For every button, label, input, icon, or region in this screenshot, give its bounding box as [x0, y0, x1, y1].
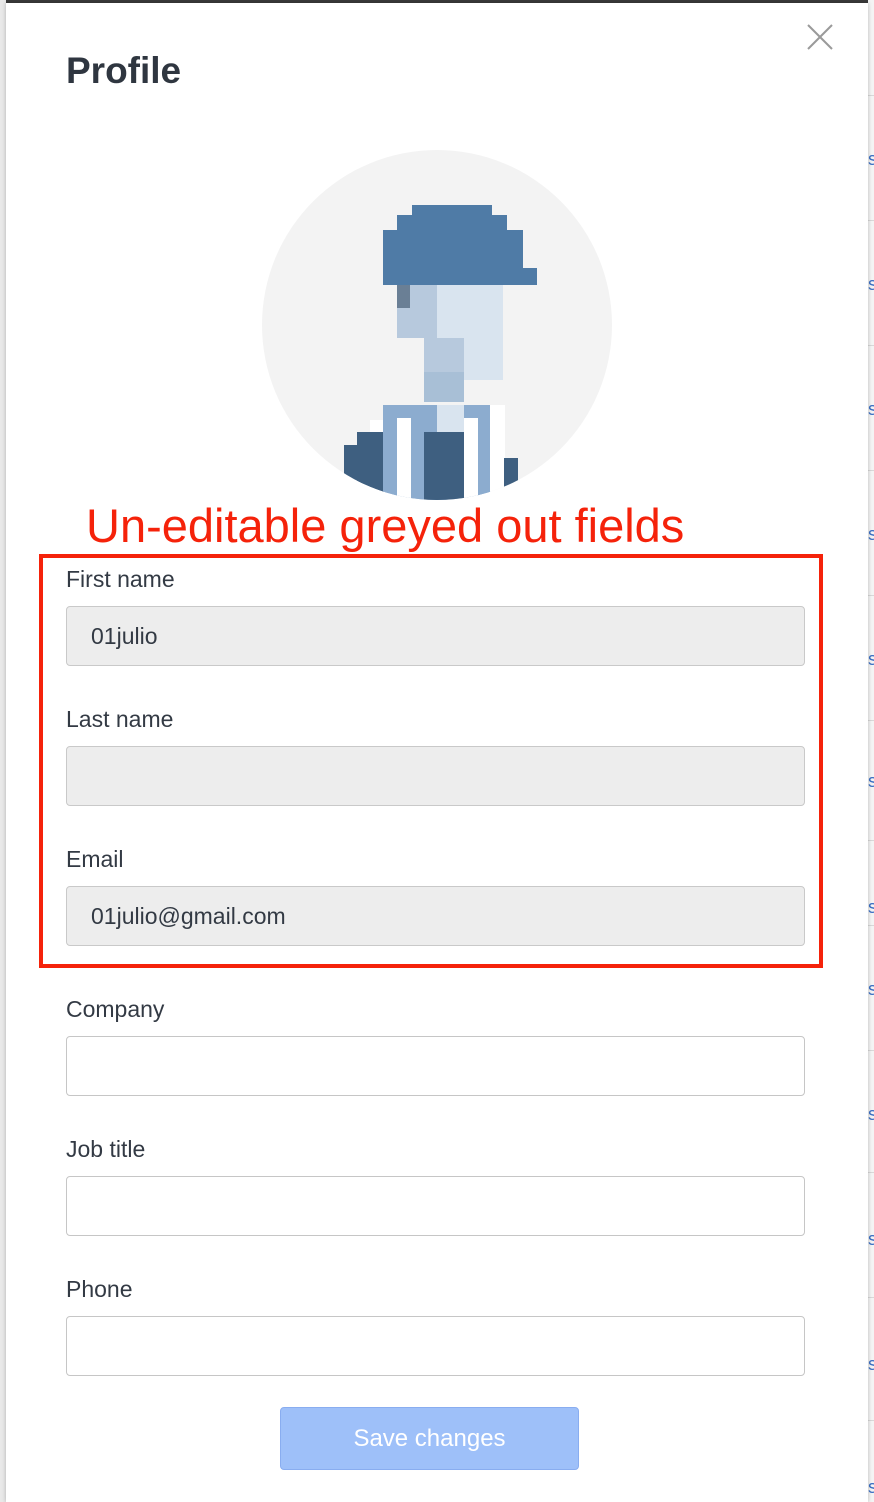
background-link-fragment[interactable]: s	[868, 772, 874, 790]
background-row-divider	[868, 1297, 874, 1298]
phone-field[interactable]	[66, 1316, 805, 1376]
background-page: s s s s s s s s s s s s	[868, 0, 874, 1502]
background-link-fragment[interactable]: s	[868, 525, 874, 543]
annotation-text: Un-editable greyed out fields	[86, 499, 685, 552]
background-row-divider	[868, 1050, 874, 1051]
save-changes-button[interactable]: Save changes	[280, 1407, 579, 1470]
background-link-fragment[interactable]: s	[868, 1105, 874, 1123]
background-row-divider	[868, 220, 874, 221]
background-link-fragment[interactable]: s	[868, 1478, 874, 1496]
first-name-field[interactable]	[66, 606, 805, 666]
background-row-divider	[868, 345, 874, 346]
background-row-divider	[868, 95, 874, 96]
background-row-divider	[868, 925, 874, 926]
background-row-divider	[868, 720, 874, 721]
pixel-person-avatar-icon	[344, 205, 537, 500]
email-field[interactable]	[66, 886, 805, 946]
email-label: Email	[66, 846, 124, 872]
close-button[interactable]	[804, 21, 836, 53]
background-link-fragment[interactable]: s	[868, 1230, 874, 1248]
background-link-fragment[interactable]: s	[868, 400, 874, 418]
last-name-label: Last name	[66, 706, 174, 732]
background-row-divider	[868, 470, 874, 471]
background-row-divider	[868, 1172, 874, 1173]
background-row-divider	[868, 595, 874, 596]
background-link-fragment[interactable]: s	[868, 1355, 874, 1373]
company-label: Company	[66, 996, 165, 1022]
job-title-label: Job title	[66, 1136, 146, 1162]
avatar[interactable]	[262, 150, 612, 500]
background-link-fragment[interactable]: s	[868, 898, 874, 916]
background-row-divider	[868, 840, 874, 841]
company-field[interactable]	[66, 1036, 805, 1096]
phone-label: Phone	[66, 1276, 133, 1302]
first-name-label: First name	[66, 566, 175, 592]
background-link-fragment[interactable]: s	[868, 980, 874, 998]
background-link-fragment[interactable]: s	[868, 150, 874, 168]
background-link-fragment[interactable]: s	[868, 650, 874, 668]
modal-title: Profile	[66, 50, 182, 91]
background-link-fragment[interactable]: s	[868, 275, 874, 293]
close-icon	[807, 24, 833, 50]
last-name-field[interactable]	[66, 746, 805, 806]
background-row-divider	[868, 1420, 874, 1421]
job-title-field[interactable]	[66, 1176, 805, 1236]
